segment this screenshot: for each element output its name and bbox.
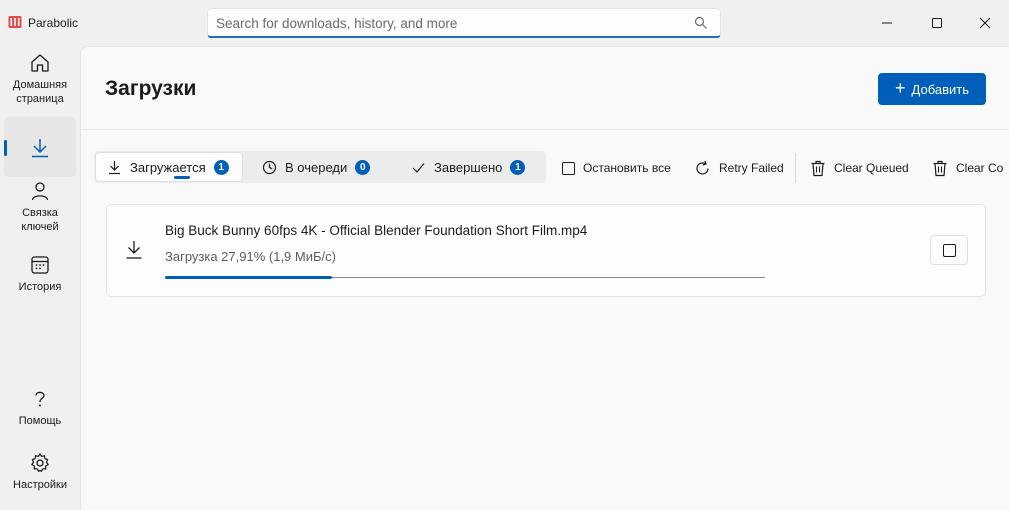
clear-queued-label: Clear Queued xyxy=(834,161,909,175)
sidebar-item-label: Домашняя страница xyxy=(12,79,68,105)
gear-icon xyxy=(31,453,49,472)
page-title: Загрузки xyxy=(105,77,197,100)
download-tabs: Загружается 1 В очереди 0 Завершено 1 xyxy=(94,151,546,183)
sidebar-item-label: Настройки xyxy=(13,479,67,491)
maximize-button[interactable] xyxy=(914,8,960,38)
sidebar-item-settings[interactable]: Настройки xyxy=(4,452,76,492)
add-button-label: Добавить xyxy=(911,81,969,97)
download-file-name: Big Buck Bunny 60fps 4K - Official Blend… xyxy=(165,223,588,238)
minimize-button[interactable] xyxy=(864,8,910,38)
download-icon xyxy=(109,160,120,174)
minimize-icon xyxy=(882,22,892,24)
sidebar-item-history[interactable]: История xyxy=(4,254,76,294)
plus-icon: + xyxy=(895,78,906,98)
calendar-icon xyxy=(31,256,49,274)
sidebar-item-keyring[interactable]: Связка ключей xyxy=(4,180,76,234)
trash-icon xyxy=(933,160,947,176)
sidebar-item-label: История xyxy=(18,281,62,293)
active-indicator xyxy=(4,140,7,156)
download-icon xyxy=(32,139,48,158)
count-badge: 1 xyxy=(213,159,229,175)
maximize-icon xyxy=(932,18,942,28)
trash-icon xyxy=(811,160,825,176)
tab-downloading[interactable]: Загружается 1 xyxy=(95,152,243,182)
tab-completed[interactable]: Завершено 1 xyxy=(400,152,540,182)
count-badge: 1 xyxy=(510,159,526,175)
person-icon xyxy=(31,182,49,201)
count-badge: 0 xyxy=(355,159,371,175)
tab-label: Завершено xyxy=(434,159,503,175)
clear-completed-label: Clear Co xyxy=(956,161,1004,175)
tab-label: Загружается xyxy=(130,159,206,175)
stop-icon xyxy=(942,243,956,257)
header-divider xyxy=(81,129,1009,130)
sidebar: Домашняя страница Связка ключей История xyxy=(0,46,80,510)
sidebar-item-home[interactable]: Домашняя страница xyxy=(4,52,76,106)
sidebar-item-help[interactable]: Помощь xyxy=(4,388,76,428)
search-box[interactable] xyxy=(207,8,721,38)
title-bar: Parabolic xyxy=(0,0,1009,46)
retry-failed-button[interactable]: Retry Failed xyxy=(694,159,784,177)
help-icon xyxy=(35,391,45,407)
add-download-button[interactable]: + Добавить xyxy=(878,73,986,105)
app-title: Parabolic xyxy=(28,16,79,30)
stop-download-button[interactable] xyxy=(930,235,968,265)
check-icon xyxy=(412,162,425,173)
sidebar-item-label: Связка ключей xyxy=(21,207,59,233)
close-button[interactable] xyxy=(962,8,1008,38)
download-status: Загрузка 27,91% (1,9 МиБ/с) xyxy=(165,249,336,264)
download-icon xyxy=(126,241,142,259)
clear-completed-button[interactable]: Clear Co xyxy=(932,159,1009,177)
retry-icon xyxy=(696,160,709,174)
retry-failed-label: Retry Failed xyxy=(719,161,784,175)
tab-selected-indicator xyxy=(174,176,190,179)
search-input[interactable] xyxy=(216,13,686,33)
stop-all-button[interactable]: Остановить все xyxy=(562,159,671,177)
close-icon xyxy=(979,17,991,29)
tab-queued[interactable]: В очереди 0 xyxy=(251,152,391,182)
sidebar-item-downloads[interactable] xyxy=(4,117,76,177)
app-logo-icon xyxy=(8,16,22,28)
download-item: Big Buck Bunny 60fps 4K - Official Blend… xyxy=(106,204,986,297)
clock-icon xyxy=(262,160,277,174)
clear-queued-button[interactable]: Clear Queued xyxy=(810,159,909,177)
stop-icon xyxy=(562,161,575,175)
progress-bar-fill xyxy=(165,276,333,279)
progress-bar xyxy=(165,276,765,279)
stop-all-label: Остановить все xyxy=(583,161,671,175)
home-icon xyxy=(31,54,49,72)
sidebar-item-label: Помощь xyxy=(18,415,62,427)
tab-label: В очереди xyxy=(285,159,348,175)
toolbar-separator xyxy=(795,153,796,183)
main-panel: Загрузки + Добавить Загружается 1 В очер… xyxy=(80,46,1009,510)
search-icon[interactable] xyxy=(694,16,708,30)
